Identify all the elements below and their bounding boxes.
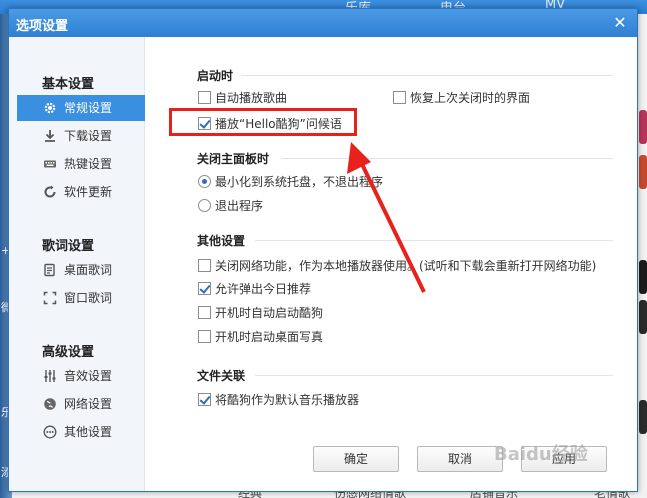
watermark: Baidu经验 xyxy=(494,444,588,465)
annotation-arrow-icon xyxy=(347,142,426,293)
